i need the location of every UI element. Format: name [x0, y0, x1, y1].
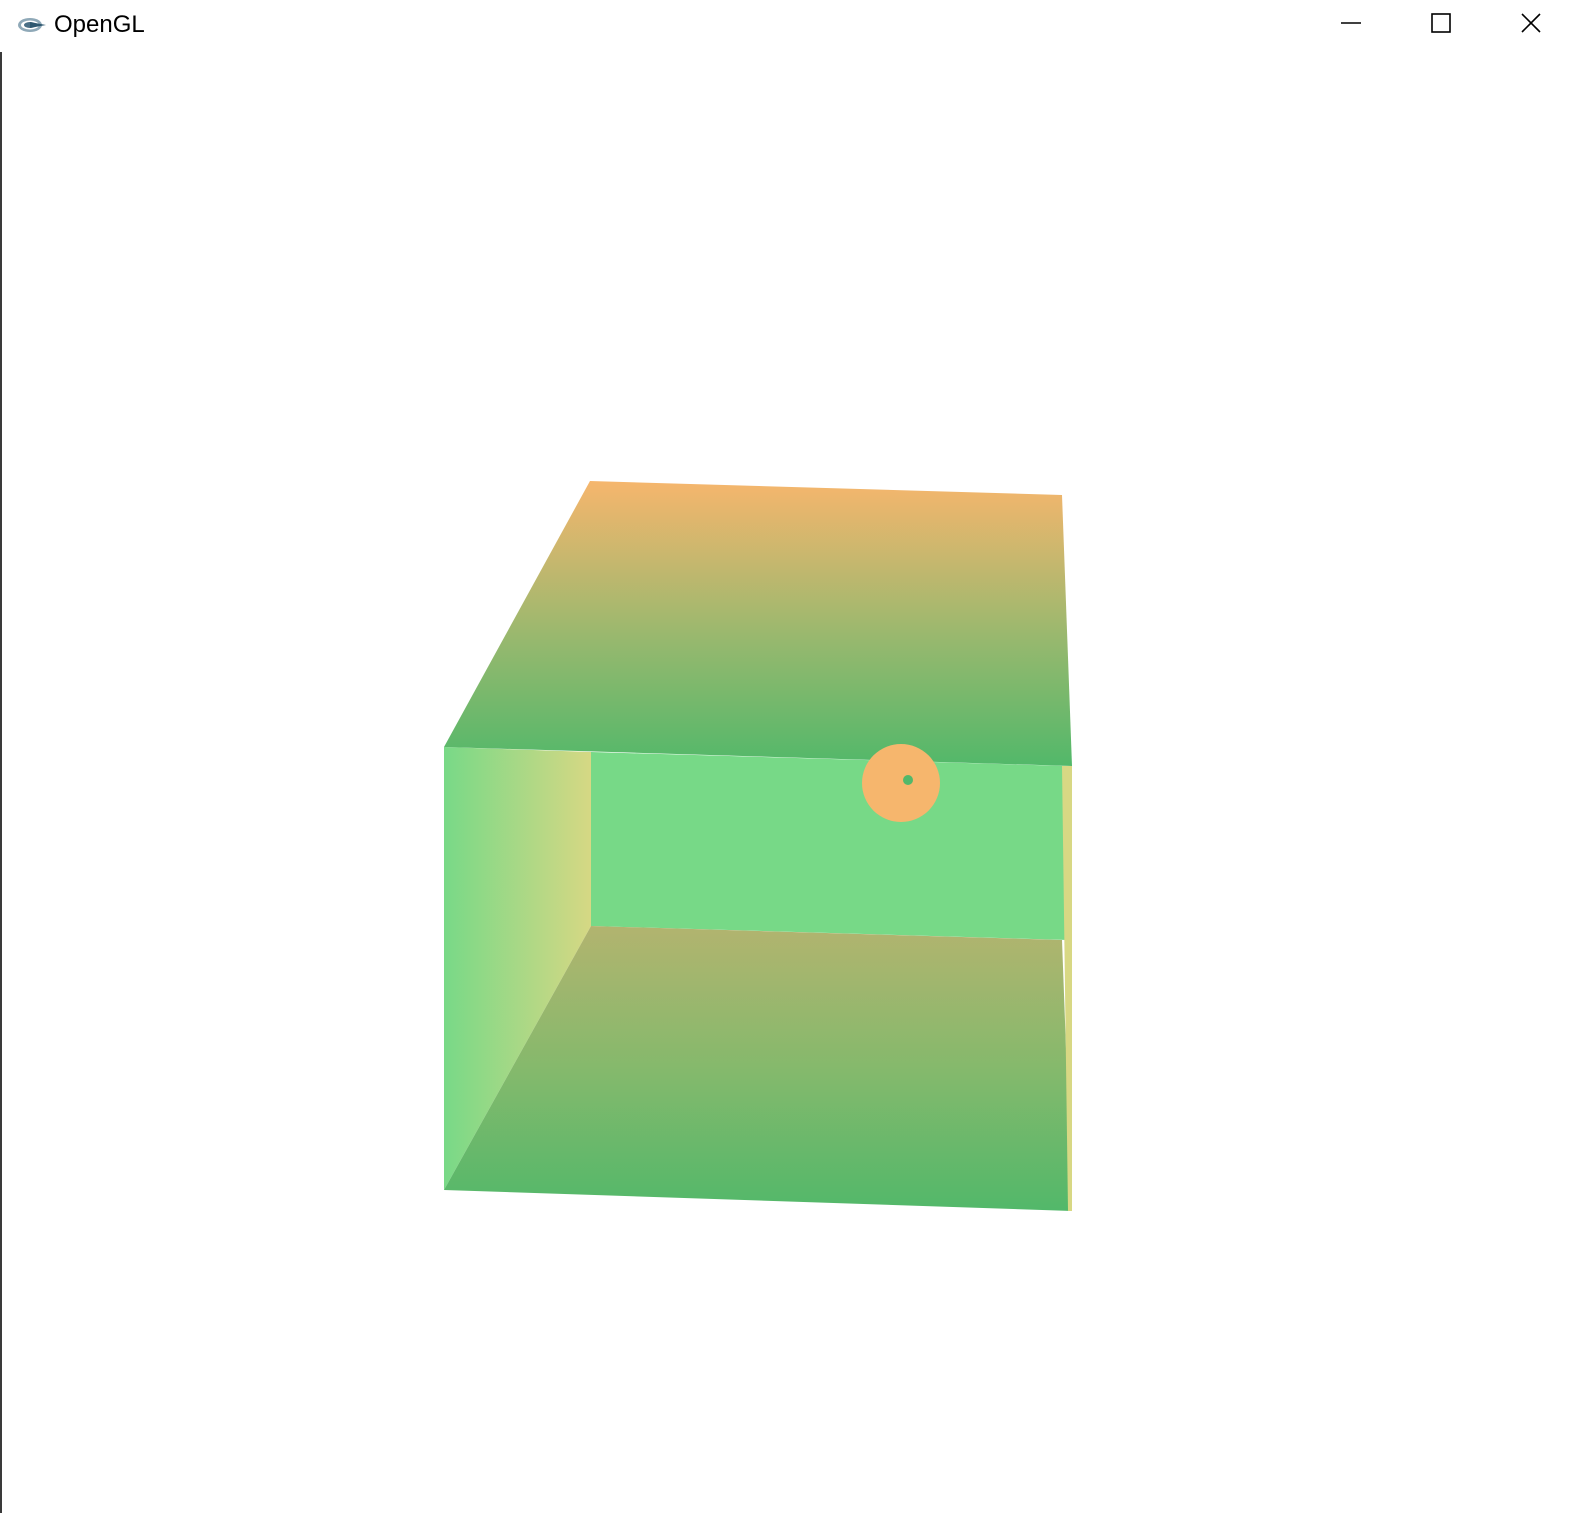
cube-back-face: [591, 752, 1068, 940]
opengl-logo-icon: [16, 12, 48, 38]
minimize-icon: [1339, 11, 1363, 40]
title-bar[interactable]: OpenGL: [0, 0, 1591, 52]
maximize-button[interactable]: [1396, 0, 1486, 50]
maximize-icon: [1429, 11, 1453, 40]
gl-viewport[interactable]: [2, 52, 1591, 1513]
close-button[interactable]: [1486, 0, 1576, 50]
close-icon: [1519, 11, 1543, 40]
opengl-window: OpenGL: [0, 0, 1591, 1513]
sphere-center-dot: [903, 775, 913, 785]
cube-top-face: [444, 481, 1072, 766]
minimize-button[interactable]: [1306, 0, 1396, 50]
cube-scene: [444, 481, 1072, 1211]
window-title: OpenGL: [54, 11, 145, 38]
orange-sphere: [862, 744, 940, 822]
